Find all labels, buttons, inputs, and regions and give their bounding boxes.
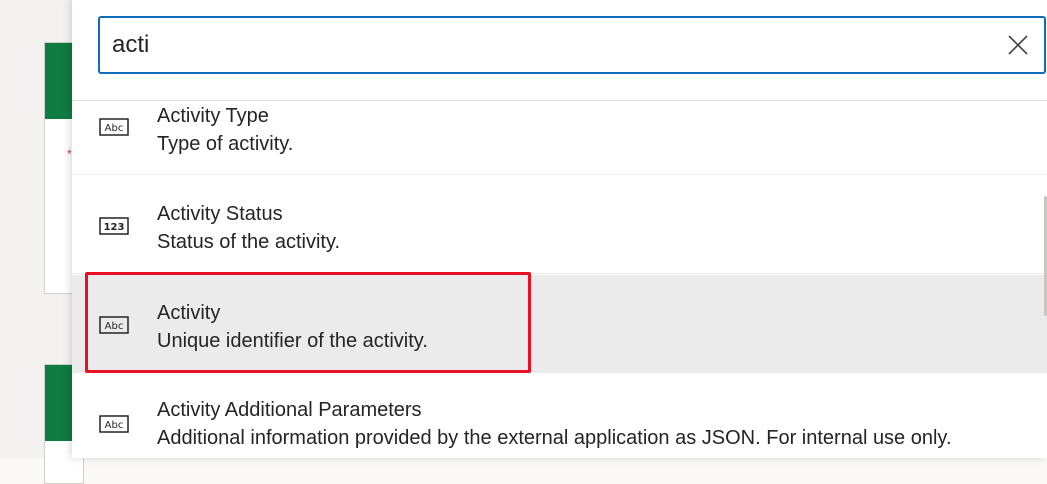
results-list: Abc Activity Type Type of activity. 123 … [72, 100, 1047, 459]
field-description: Status of the activity. [157, 231, 341, 253]
search-box[interactable] [98, 16, 1046, 74]
field-name: Activity Type [157, 105, 269, 127]
list-item[interactable]: 123 Activity Status Status of the activi… [72, 176, 1047, 274]
list-item[interactable]: Abc Activity Additional Parameters Addit… [72, 374, 1047, 459]
text-type-icon: Abc [99, 415, 129, 433]
search-input[interactable] [112, 26, 992, 64]
scrollbar[interactable] [1043, 100, 1047, 458]
close-icon[interactable] [1004, 31, 1032, 59]
list-item[interactable]: Abc Activity Type Type of activity. [72, 101, 1047, 175]
svg-text:Abc: Abc [105, 420, 124, 431]
svg-text:Abc: Abc [105, 321, 124, 332]
text-type-icon: Abc [99, 316, 129, 334]
field-description: Unique identifier of the activity. [157, 330, 428, 352]
field-name: Activity Additional Parameters [157, 399, 422, 421]
text-type-icon: Abc [99, 118, 129, 136]
field-name: Activity Status [157, 203, 283, 225]
list-item-selected[interactable]: Abc Activity Unique identifier of the ac… [72, 275, 1047, 373]
required-asterisk: * [67, 147, 72, 161]
field-description: Additional information provided by the e… [157, 427, 952, 449]
field-description: Type of activity. [157, 133, 294, 155]
field-picker-panel: Abc Activity Type Type of activity. 123 … [72, 0, 1047, 458]
field-name: Activity [157, 302, 221, 324]
svg-text:Abc: Abc [105, 123, 124, 134]
svg-text:123: 123 [104, 222, 125, 233]
number-type-icon: 123 [99, 217, 129, 235]
